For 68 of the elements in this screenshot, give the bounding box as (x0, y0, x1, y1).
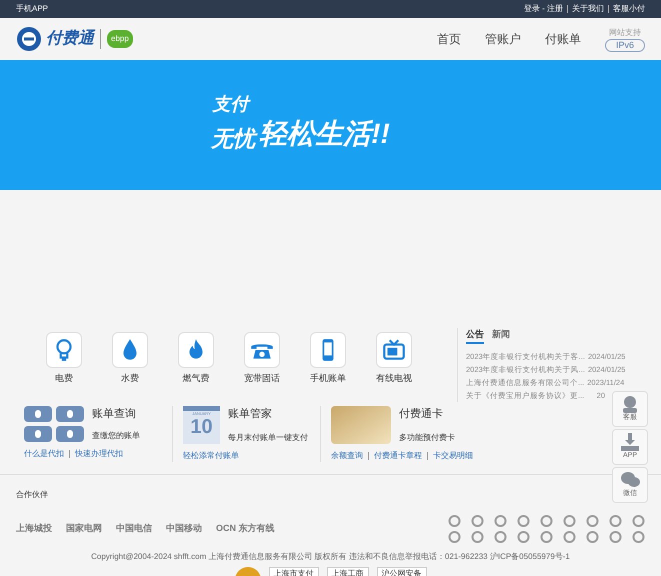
feature-title: 付费通卡 (399, 406, 444, 422)
feature-link[interactable]: 卡交易明细 (433, 450, 473, 462)
feature-link[interactable]: 轻松添常付账单 (183, 450, 239, 462)
top-link[interactable]: 登录 - 注册 (524, 3, 563, 15)
service-link[interactable]: 水费 (106, 332, 154, 402)
ipv6-badge: IPv6 (604, 38, 645, 52)
bank-logo-icon (540, 514, 553, 526)
bank-logo-icon (586, 530, 599, 542)
bank-logo-icon (494, 530, 507, 542)
feature-title: 账单查询 (92, 406, 137, 422)
bank-logo-icon (517, 530, 530, 542)
tv-icon (381, 337, 407, 363)
feature-link[interactable]: 什么是代扣 (24, 448, 64, 460)
feature-link[interactable]: 付费通卡章程 (374, 450, 422, 462)
top-link[interactable]: 关于我们 (572, 3, 604, 15)
feature-subtitle: 多功能预付费卡 (399, 432, 455, 444)
bank-logo-icon (563, 514, 576, 526)
feature-link[interactable]: 快速办理代扣 (75, 448, 123, 460)
bank-logo-icon (632, 530, 645, 542)
service-link[interactable]: 手机账单 (304, 332, 352, 402)
service-tile (24, 406, 52, 422)
banner-slogan: 无忧 (211, 122, 256, 155)
logo-text: 付费通 (46, 28, 94, 49)
banner-slogan: 支付 (212, 95, 248, 113)
partners-heading: 合作伙伴 (16, 490, 48, 498)
partner-logo: 上海城投 (16, 522, 52, 535)
bank-logo-icon (448, 530, 461, 542)
bank-logo-icon (609, 514, 622, 526)
download-icon (620, 432, 640, 451)
service-tile (56, 406, 84, 422)
service-link[interactable]: 电费 (40, 332, 88, 402)
ebpp-logo: ebpp (107, 30, 133, 48)
nav-link[interactable]: 首页 (436, 30, 461, 48)
partner-logo: 国家电网 (66, 522, 102, 535)
bank-logo-icon (448, 514, 461, 526)
service-link[interactable]: 燃气费 (172, 332, 220, 402)
bank-logo-icon (609, 530, 622, 542)
bank-logo-icon (494, 514, 507, 526)
ipv6-caption: 网站支持 (608, 26, 641, 38)
top-link[interactable]: 客服小付 (613, 3, 645, 15)
nav-link[interactable]: 管账户 (484, 30, 521, 48)
service-link[interactable]: 宽带固话 (238, 332, 286, 402)
nav-link[interactable]: 付账单 (544, 30, 581, 48)
feature-subtitle: 每月末付账单一键支付 (228, 432, 308, 444)
service-tile (24, 426, 52, 442)
partner-logo: 中国电信 (116, 522, 152, 535)
feature-link[interactable]: 余额查询 (331, 450, 363, 462)
partner-logo: 中国移动 (166, 522, 202, 535)
bank-logo-icon (471, 530, 484, 542)
bank-logo-icon (632, 514, 645, 526)
bank-logo-icon (586, 514, 599, 526)
feature-subtitle: 查缴您的账单 (92, 430, 140, 442)
service-link[interactable]: 有线电视 (370, 332, 418, 402)
bank-logo-icon (563, 530, 576, 542)
copyright-text: Copyright@2004-2024 shfft.com 上海付费通信息服务有限公司 版权所有 违法和不良信息举报电话：021-962233 沪ICP备05055979号-1 (90, 550, 571, 562)
service-tile (56, 426, 84, 442)
chat-bubbles-icon (620, 470, 640, 489)
prepaid-card-picture (331, 406, 391, 444)
partner-logo: OCN 东方有线 (216, 522, 274, 535)
news-tab[interactable]: 新闻 (492, 328, 510, 344)
feature-title: 账单管家 (228, 406, 273, 422)
bank-logo-icon (471, 514, 484, 526)
mobile-app-link[interactable]: 手机APP (16, 3, 48, 15)
bank-logo-icon (517, 514, 530, 526)
banner-slogan: 轻松生活!! (259, 117, 390, 151)
news-tab[interactable]: 公告 (466, 328, 484, 344)
bank-logo-icon (540, 530, 553, 542)
logo-icon (16, 26, 42, 52)
